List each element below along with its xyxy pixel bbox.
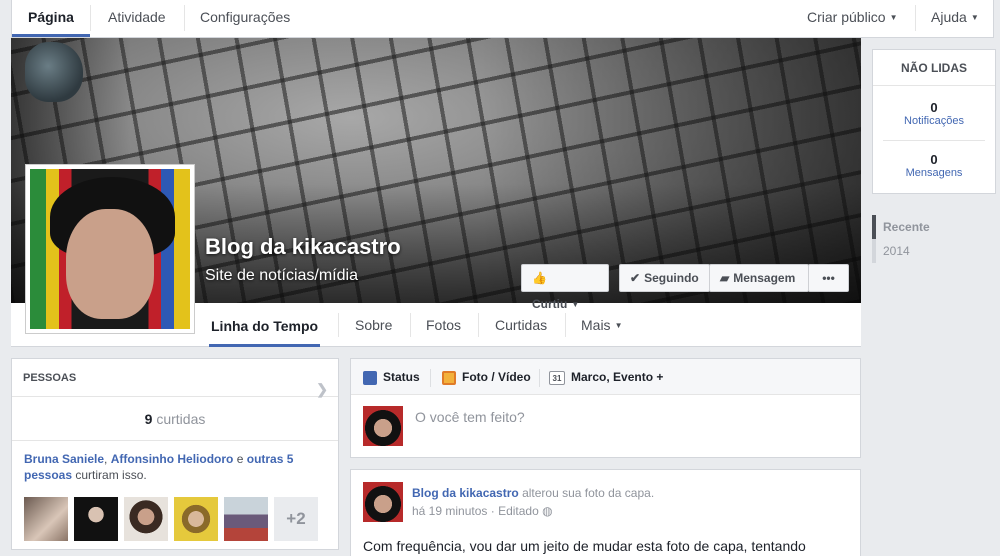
friend-avatar[interactable]: [224, 497, 268, 541]
post-composer: Status Foto / Vídeo 31 Marco, Evento + O …: [350, 358, 861, 458]
liked-button[interactable]: 👍 Curtiu ▼: [521, 264, 609, 311]
status-label: Status: [383, 370, 420, 384]
avatar[interactable]: [363, 482, 403, 522]
tab-sobre[interactable]: Sobre: [353, 303, 394, 347]
messages-label: Mensagens: [905, 167, 963, 179]
composer-tabs: Status Foto / Vídeo 31 Marco, Evento +: [351, 359, 860, 395]
unread-divider: [883, 140, 985, 141]
nav-divider: [410, 313, 411, 337]
message-label: Mensagem: [733, 271, 796, 285]
timeline-post: Blog da kikacastro alterou sua foto da c…: [350, 469, 861, 556]
friend-link[interactable]: Affonsinho Heliodoro: [111, 452, 234, 466]
milestone-event-label: Marco, Evento +: [571, 370, 664, 384]
photo-icon: [442, 370, 456, 385]
meta-separator: ·: [490, 504, 495, 518]
post-action: alterou sua foto da capa.: [522, 486, 655, 500]
caret-down-icon: ▼: [614, 321, 623, 331]
unread-title: NÃO LIDAS: [873, 50, 995, 86]
photo-video-label: Foto / Vídeo: [462, 370, 531, 384]
friend-link[interactable]: Bruna Saniele: [24, 452, 104, 466]
people-box: PESSOAS ❯ 9 curtidas Bruna Saniele, Affo…: [11, 358, 339, 550]
milestone-event-tab[interactable]: 31 Marco, Evento +: [549, 359, 663, 395]
post-timestamp[interactable]: há 19 minutos: [412, 504, 487, 518]
calendar-icon: 31: [549, 370, 565, 385]
status-tab[interactable]: Status: [363, 359, 420, 395]
pencil-icon: [363, 370, 377, 385]
page-category[interactable]: Site de notícias/mídia: [205, 267, 358, 285]
chevron-right-icon: ❯: [316, 381, 328, 397]
timeline-item-recent[interactable]: Recente: [872, 215, 996, 239]
page-admin-bar: Página Atividade Configurações Criar púb…: [11, 0, 994, 38]
timeline-nav: Recente 2014: [872, 215, 996, 263]
create-public-menu[interactable]: Criar público ▼: [791, 0, 914, 37]
post-author-link[interactable]: Blog da kikacastro: [412, 486, 519, 500]
cover-shoe: [25, 42, 83, 102]
tab-configuracoes[interactable]: Configurações: [184, 0, 306, 37]
profile-picture[interactable]: [25, 164, 195, 334]
tab-mais[interactable]: Mais ▼: [579, 303, 624, 347]
tab-divider: [90, 5, 91, 31]
thumbs-up-icon: 👍: [532, 271, 547, 285]
following-button[interactable]: ✔ Seguindo: [619, 264, 710, 292]
post-body: Com frequência, vou dar um jeito de muda…: [363, 538, 806, 554]
photo-video-tab[interactable]: Foto / Vídeo: [442, 359, 531, 395]
globe-icon[interactable]: ◍: [542, 504, 552, 518]
timeline-item-year[interactable]: 2014: [872, 239, 996, 263]
caret-down-icon: ▼: [571, 299, 580, 309]
likes-label: curtidas: [156, 411, 206, 427]
friend-avatar[interactable]: [74, 497, 118, 541]
page-title[interactable]: Blog da kikacastro: [205, 234, 401, 260]
messages-link[interactable]: 0 Mensagens: [873, 152, 995, 179]
page-nav: Linha do Tempo Sobre Fotos Curtidas Mais…: [195, 303, 861, 347]
check-icon: ✔: [630, 271, 641, 285]
tab-divider: [539, 369, 540, 387]
unread-box: NÃO LIDAS 0 Notificações 0 Mensagens: [872, 49, 996, 194]
friends-liked-text: Bruna Saniele, Affonsinho Heliodoro e ou…: [24, 452, 294, 482]
notifications-count: 0: [930, 100, 938, 115]
liked-suffix: curtiram isso.: [75, 468, 147, 482]
tab-linha-do-tempo[interactable]: Linha do Tempo: [209, 303, 321, 347]
people-title: PESSOAS: [23, 372, 77, 384]
likes-summary[interactable]: 9 curtidas: [12, 397, 338, 441]
following-label: Seguindo: [644, 271, 699, 285]
tab-atividade[interactable]: Atividade: [92, 0, 182, 37]
caret-down-icon: ▼: [889, 13, 898, 23]
conjunction: e: [236, 452, 244, 466]
tab-pagina[interactable]: Página: [12, 0, 90, 37]
more-friends-button[interactable]: +2: [274, 497, 318, 541]
more-options-button[interactable]: •••: [808, 264, 849, 292]
tab-mais-label: Mais: [581, 317, 611, 333]
friend-avatar[interactable]: [24, 497, 68, 541]
likes-count: 9: [144, 411, 153, 427]
create-public-label: Criar público: [807, 9, 886, 25]
people-header[interactable]: PESSOAS ❯: [12, 359, 338, 397]
liked-label: Curtiu: [532, 297, 568, 311]
help-label: Ajuda: [931, 9, 967, 25]
post-meta: há 19 minutos · Editado ◍: [412, 504, 553, 518]
friend-avatar[interactable]: [124, 497, 168, 541]
help-menu[interactable]: Ajuda ▼: [915, 0, 995, 37]
profile-image: [30, 169, 190, 329]
avatar: [363, 406, 403, 446]
nav-divider: [478, 313, 479, 337]
profile-face: [66, 209, 154, 319]
messages-count: 0: [930, 152, 938, 167]
composer-input[interactable]: O você tem feito?: [415, 409, 525, 425]
friend-avatar[interactable]: [174, 497, 218, 541]
post-edited[interactable]: Editado: [498, 504, 539, 518]
tab-fotos[interactable]: Fotos: [424, 303, 463, 347]
notifications-label: Notificações: [904, 115, 964, 127]
tab-divider: [430, 369, 431, 387]
chat-bubble-icon: ▰: [720, 271, 730, 285]
post-header: Blog da kikacastro alterou sua foto da c…: [412, 486, 654, 500]
nav-divider: [338, 313, 339, 337]
caret-down-icon: ▼: [970, 13, 979, 23]
message-button[interactable]: ▰ Mensagem: [709, 264, 809, 292]
notifications-link[interactable]: 0 Notificações: [873, 100, 995, 127]
